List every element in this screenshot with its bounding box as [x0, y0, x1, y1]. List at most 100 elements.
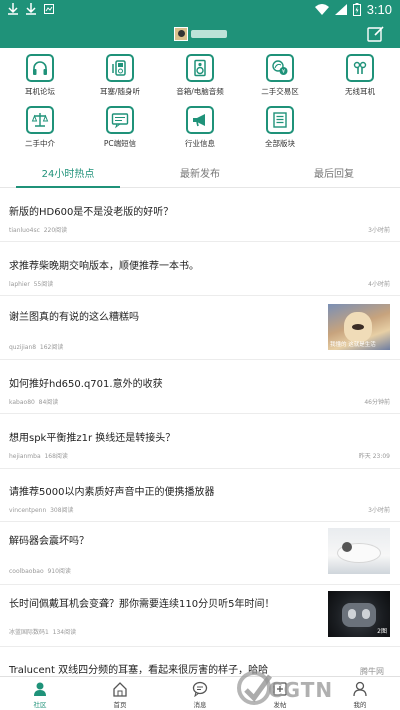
category-industry-news[interactable]: 行业信息: [160, 100, 240, 152]
post-time: 昨天 23:09: [358, 453, 390, 460]
category-label: PC端短信: [103, 139, 137, 148]
category-grid: 耳机论坛 耳塞/随身听 音箱/电脑音频 ¥ 二手交易区 无线耳机 二手中介 PC…: [0, 48, 400, 156]
portable-player-icon: [106, 54, 134, 82]
nav-label: 社区: [33, 701, 47, 709]
headphones-icon: [26, 54, 54, 82]
wifi-icon: [314, 4, 329, 15]
nav-community[interactable]: 社区: [20, 681, 60, 709]
compose-button[interactable]: [367, 25, 385, 43]
post-reads: 168阅读: [44, 453, 68, 460]
post-thumbnail[interactable]: [328, 528, 390, 574]
nav-messages[interactable]: 消息: [180, 681, 220, 709]
image-count-badge: 2图: [377, 628, 387, 635]
category-label: 全部版块: [265, 139, 295, 148]
post-thumbnail[interactable]: 2图: [328, 591, 390, 637]
post-meta: 冰蓝国际数码1 134阅读: [9, 627, 76, 636]
category-second-hand-agent[interactable]: 二手中介: [0, 100, 80, 152]
status-bar: 3:10: [0, 0, 400, 20]
post-feed: 新版的HD600是不是没老版的好听？ tianluo4sc 220阅读 3小时前…: [0, 189, 400, 675]
post-item[interactable]: 如何推好hd650.q701.意外的收获 kabao80 84阅读 46分钟前: [0, 360, 400, 414]
post-title: 解码器会震坏吗？: [9, 536, 89, 547]
post-title: 请推荐5000以内素质好声音中正的便携播放器: [9, 487, 215, 498]
battery-icon: [352, 3, 361, 16]
category-all-sections[interactable]: 全部版块: [240, 100, 320, 152]
app-bar: [0, 20, 400, 48]
category-headphone-forum[interactable]: 耳机论坛: [0, 48, 80, 100]
svg-text:¥: ¥: [282, 69, 285, 75]
category-label: 行业信息: [185, 139, 215, 148]
post-item[interactable]: 想用spk平衡推z1r 换线还是转接头？ hejianmba 168阅读 昨天 …: [0, 414, 400, 469]
home-icon: [113, 682, 127, 697]
app-logo: [174, 25, 228, 43]
post-meta: laphier 55阅读: [9, 279, 53, 288]
post-item[interactable]: 谢兰图真的有说的这么糟糕吗 quzijian8 162阅读 我懂的 这就是生活: [0, 296, 400, 360]
category-label: 无线耳机: [345, 87, 375, 96]
category-pc-messages[interactable]: PC端短信: [80, 100, 160, 152]
thumbnail-caption: 我懂的 这就是生活: [330, 342, 376, 348]
post-title: 谢兰图真的有说的这么糟糕吗: [9, 312, 139, 323]
post-item[interactable]: 长时间佩戴耳机会变聋？那你需要连续110分贝听5年时间！ 冰蓝国际数码1 134…: [0, 585, 400, 647]
speaker-icon: [186, 54, 214, 82]
trade-icon: ¥: [266, 54, 294, 82]
post-reads: 910阅读: [47, 568, 71, 575]
all-sections-icon: [266, 106, 294, 134]
post-author: kabao80: [9, 399, 35, 406]
post-title: 新版的HD600是不是没老版的好听？: [9, 207, 174, 218]
post-reads: 134阅读: [52, 629, 77, 636]
active-tab-indicator: [16, 186, 120, 188]
post-title: Tralucent 双线四分频的耳塞，看起来很厉害的样子，哈哈: [9, 665, 269, 675]
watermark: CGTN 腾牛网: [236, 664, 396, 710]
scale-icon: [26, 106, 54, 134]
post-meta: hejianmba 168阅读: [9, 451, 68, 460]
category-label: 二手中介: [25, 139, 55, 148]
post-thumbnail[interactable]: 我懂的 这就是生活: [328, 304, 390, 350]
post-item[interactable]: 新版的HD600是不是没老版的好听？ tianluo4sc 220阅读 3小时前: [0, 189, 400, 242]
post-time: 4小时前: [368, 281, 390, 288]
tab-24h-hot[interactable]: 24小时热点: [18, 165, 118, 180]
post-reads: 308阅读: [50, 507, 74, 514]
category-label: 音箱/电脑音频: [176, 87, 224, 96]
post-meta: quzijian8 162阅读: [9, 342, 63, 351]
logo-wordmark: [191, 30, 227, 38]
post-author: quzijian8: [9, 344, 37, 351]
tab-latest[interactable]: 最新发布: [150, 165, 250, 180]
post-author: vincentpenn: [9, 507, 47, 514]
download-icon: [8, 3, 18, 15]
post-reads: 84阅读: [38, 399, 59, 406]
app-root: 3:10 耳机论坛 耳塞/随身听 音箱/电脑音频 ¥ 二手交易区 无线耳机 二手…: [0, 0, 400, 710]
post-meta: vincentpenn 308阅读: [9, 505, 74, 514]
post-item[interactable]: 解码器会震坏吗？ coolbaobao 910阅读: [0, 522, 400, 585]
post-author: tianluo4sc: [9, 227, 40, 234]
message-icon: [192, 681, 208, 697]
signal-icon: [334, 4, 347, 15]
post-reads: 220阅读: [43, 227, 68, 234]
post-title: 长时间佩戴耳机会变聋？那你需要连续110分贝听5年时间！: [9, 599, 275, 610]
post-item[interactable]: 请推荐5000以内素质好声音中正的便携播放器 vincentpenn 308阅读…: [0, 469, 400, 522]
category-wireless-earphones[interactable]: 无线耳机: [320, 48, 400, 100]
wireless-earbuds-icon: [346, 54, 374, 82]
post-time: 46分钟前: [364, 399, 390, 406]
category-label: 二手交易区: [261, 87, 299, 96]
feed-tabs: 24小时热点 最新发布 最后回复: [0, 160, 400, 188]
category-earbuds-player[interactable]: 耳塞/随身听: [80, 48, 160, 100]
post-item[interactable]: 求推荐柴晚期交响版本，顺便推荐一本书。 laphier 55阅读 4小时前: [0, 242, 400, 296]
category-speakers-pc-audio[interactable]: 音箱/电脑音频: [160, 48, 240, 100]
post-reads: 55阅读: [33, 281, 54, 288]
post-title: 想用spk平衡推z1r 换线还是转接头？: [9, 433, 176, 444]
tab-last-reply[interactable]: 最后回复: [284, 165, 384, 180]
notification-icon: [44, 4, 54, 14]
post-meta: tianluo4sc 220阅读: [9, 225, 67, 234]
nav-label: 首页: [113, 701, 127, 709]
pc-message-icon: [106, 106, 134, 134]
post-title: 求推荐柴晚期交响版本，顺便推荐一本书。: [9, 261, 199, 272]
megaphone-icon: [186, 106, 214, 134]
category-label: 耳机论坛: [25, 87, 55, 96]
community-icon: [34, 682, 46, 696]
category-second-hand-trade[interactable]: ¥ 二手交易区: [240, 48, 320, 100]
post-author: 冰蓝国际数码1: [9, 629, 49, 636]
post-time: 3小时前: [368, 227, 390, 234]
post-author: hejianmba: [9, 453, 41, 460]
logo-picture: [174, 27, 188, 41]
nav-home[interactable]: 首页: [100, 681, 140, 709]
category-label: 耳塞/随身听: [99, 87, 141, 96]
